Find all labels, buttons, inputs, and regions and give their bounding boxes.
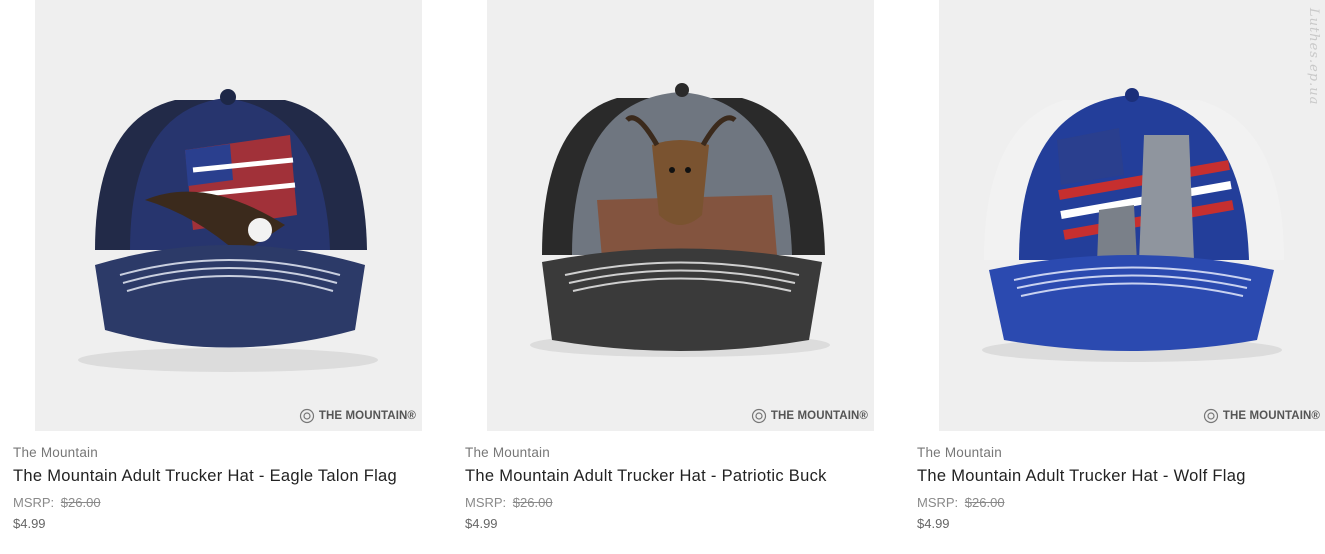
product-card: THE MOUNTAIN® The Mountain The Mountain …	[917, 0, 1325, 554]
sale-price: $4.99	[465, 516, 498, 531]
sale-price: $4.99	[917, 516, 950, 531]
logo-text: THE MOUNTAIN®	[318, 410, 416, 422]
logo-text: THE MOUNTAIN®	[1222, 410, 1320, 422]
msrp-label: MSRP:	[13, 495, 55, 510]
sale-price: $4.99	[13, 516, 46, 531]
msrp-row: MSRP: $26.00	[917, 495, 1005, 510]
product-grid: THE MOUNTAIN® The Mountain The Mountain …	[0, 0, 1325, 554]
product-card: THE MOUNTAIN® The Mountain The Mountain …	[13, 0, 422, 554]
product-image-patriotic-buck[interactable]: THE MOUNTAIN®	[487, 0, 874, 431]
msrp-price: $26.00	[964, 495, 1005, 510]
msrp-row: MSRP: $26.00	[465, 495, 553, 510]
sunburst-logo-icon	[751, 408, 767, 424]
trucker-hat-image	[78, 89, 378, 372]
sunburst-logo-icon	[1203, 408, 1219, 424]
msrp-price: $26.00	[60, 495, 101, 510]
product-brand: The Mountain	[917, 445, 1002, 460]
msrp-label: MSRP:	[917, 495, 959, 510]
msrp-label: MSRP:	[465, 495, 507, 510]
msrp-row: MSRP: $26.00	[13, 495, 101, 510]
the-mountain-logo: THE MOUNTAIN®	[299, 408, 416, 424]
logo-text: THE MOUNTAIN®	[770, 410, 868, 422]
product-brand: The Mountain	[13, 445, 98, 460]
watermark: Luthes.ep.ua	[1306, 8, 1321, 106]
product-brand: The Mountain	[465, 445, 550, 460]
product-title-link[interactable]: The Mountain Adult Trucker Hat - Eagle T…	[13, 467, 397, 486]
trucker-hat-image	[982, 88, 1284, 362]
trucker-hat-image	[530, 83, 830, 357]
product-card: THE MOUNTAIN® The Mountain The Mountain …	[465, 0, 874, 554]
product-image-eagle-talon-flag[interactable]: THE MOUNTAIN®	[35, 0, 422, 431]
msrp-price: $26.00	[512, 495, 553, 510]
product-title-link[interactable]: The Mountain Adult Trucker Hat - Wolf Fl…	[917, 467, 1246, 486]
the-mountain-logo: THE MOUNTAIN®	[1203, 408, 1320, 424]
the-mountain-logo: THE MOUNTAIN®	[751, 408, 868, 424]
sunburst-logo-icon	[299, 408, 315, 424]
product-title-link[interactable]: The Mountain Adult Trucker Hat - Patriot…	[465, 467, 827, 486]
product-image-wolf-flag[interactable]: THE MOUNTAIN®	[939, 0, 1325, 431]
